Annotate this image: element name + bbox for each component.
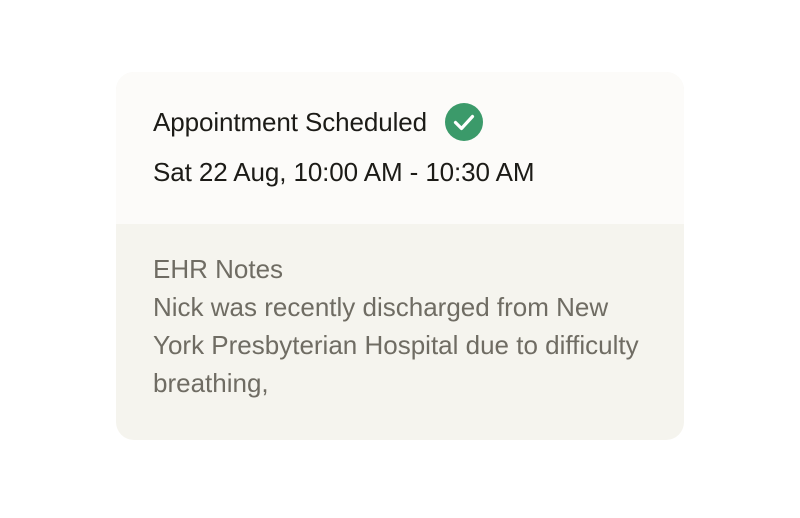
ehr-notes-title: EHR Notes [153,254,284,284]
appointment-datetime: Sat 22 Aug, 10:00 AM - 10:30 AM [153,157,535,187]
appointment-card: Appointment Scheduled Sat 22 Aug, 10:00 … [116,72,684,440]
appointment-header: Appointment Scheduled Sat 22 Aug, 10:00 … [116,72,684,224]
appointment-title: Appointment Scheduled [153,106,427,137]
ehr-notes-section: EHR Notes Nick was recently discharged f… [153,250,663,402]
appointment-title-row: Appointment Scheduled [153,103,483,141]
check-circle-icon [445,103,483,141]
ehr-notes-body: Nick was recently discharged from New Yo… [153,292,639,398]
